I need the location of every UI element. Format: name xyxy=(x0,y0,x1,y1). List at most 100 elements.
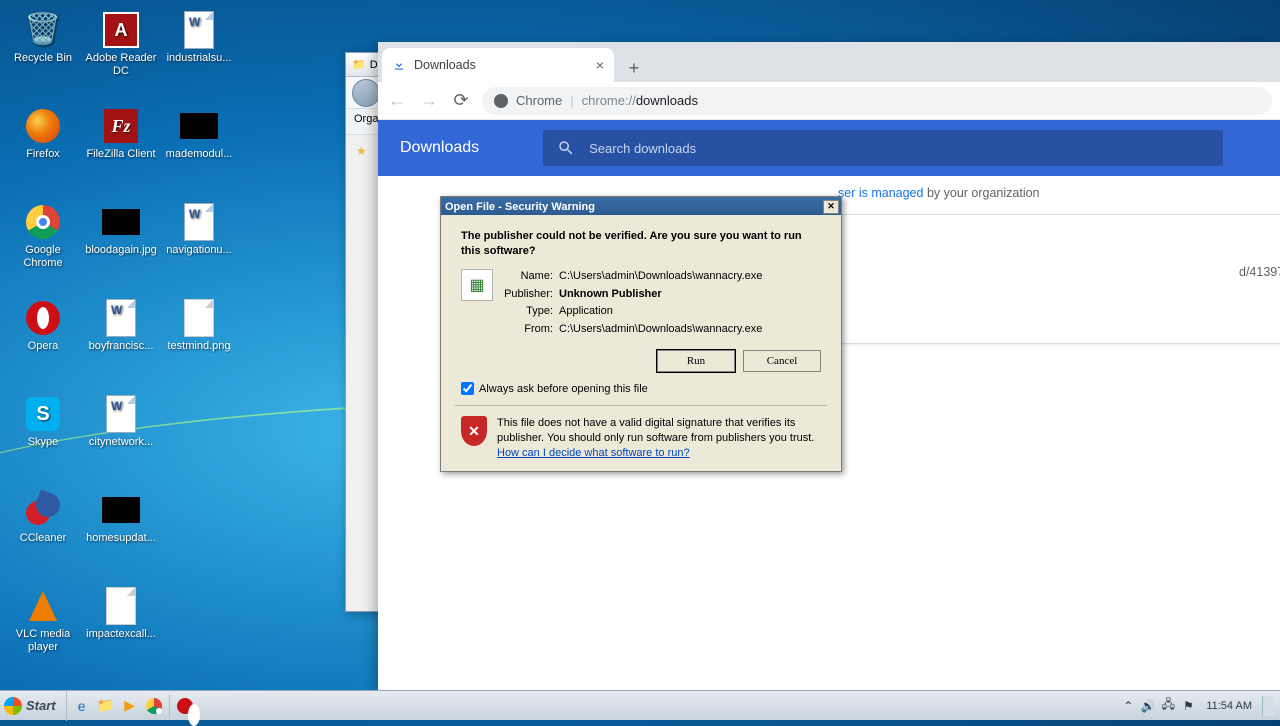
download-icon xyxy=(392,58,406,72)
network-icon[interactable]: 🖧 xyxy=(1160,698,1176,714)
forward-button[interactable]: → xyxy=(418,90,440,112)
desktop-icon-mademodul[interactable]: mademodul... xyxy=(162,102,236,194)
name-value: C:\Users\admin\Downloads\wannacry.exe xyxy=(559,269,821,284)
show-desktop-button[interactable] xyxy=(1262,696,1274,716)
image-icon xyxy=(102,209,140,235)
ccleaner-icon xyxy=(26,493,60,527)
star-icon: ★ xyxy=(356,144,367,158)
organize-button[interactable]: Orga xyxy=(354,113,378,125)
dialog-titlebar[interactable]: Open File - Security Warning ✕ xyxy=(441,197,841,215)
desktop-icon-opera[interactable]: Opera xyxy=(6,294,80,386)
ql-media[interactable]: ▶ xyxy=(119,695,141,717)
download-url-fragment: d/41397.exe xyxy=(1239,265,1280,279)
taskbar: Start e 📁 ▶ ⌃ 🔊 🖧 ⚑ 11:54 AM xyxy=(0,690,1280,720)
always-ask-checkbox[interactable] xyxy=(461,382,474,395)
image-icon xyxy=(102,497,140,523)
opera-icon xyxy=(177,698,193,714)
ie-icon: e xyxy=(78,698,86,714)
name-label: Name: xyxy=(503,269,559,284)
from-label: From: xyxy=(503,322,559,337)
application-icon: ▦ xyxy=(461,269,493,301)
desktop-icon-homesupdat[interactable]: homesupdat... xyxy=(84,486,158,578)
managed-link[interactable]: ser is managed xyxy=(838,186,923,200)
omnibox-app-label: Chrome xyxy=(516,93,562,108)
desktop: 🗑️Recycle Bin Firefox Google Chrome Oper… xyxy=(0,0,340,690)
site-info-icon[interactable] xyxy=(494,94,508,108)
flag-icon[interactable]: ⚑ xyxy=(1180,698,1196,714)
adobe-icon: A xyxy=(103,12,139,48)
volume-icon[interactable]: 🔊 xyxy=(1140,698,1156,714)
word-doc-icon xyxy=(184,203,214,241)
downloads-title: Downloads xyxy=(400,139,479,157)
type-label: Type: xyxy=(503,304,559,319)
chrome-toolbar: ← → ⟳ Chrome | chrome://downloads xyxy=(378,82,1280,120)
start-label: Start xyxy=(26,698,56,713)
ql-explorer[interactable]: 📁 xyxy=(95,695,117,717)
system-tray: ⌃ 🔊 🖧 ⚑ 11:54 AM xyxy=(1114,696,1280,716)
always-ask-label[interactable]: Always ask before opening this file xyxy=(479,383,648,395)
cancel-button[interactable]: Cancel xyxy=(743,350,821,372)
warning-help-link[interactable]: How can I decide what software to run? xyxy=(497,447,690,459)
windows-logo-icon xyxy=(4,697,22,715)
ql-ie[interactable]: e xyxy=(71,695,93,717)
desktop-icon-industrialsu[interactable]: industrialsu... xyxy=(162,6,236,98)
explorer-title: D xyxy=(370,59,378,71)
desktop-icon-vlc[interactable]: VLC media player xyxy=(6,582,80,674)
dialog-close-button[interactable]: ✕ xyxy=(823,200,839,214)
shield-icon: ✕ xyxy=(461,416,487,446)
omnibox[interactable]: Chrome | chrome://downloads xyxy=(482,87,1272,115)
desktop-icon-recycle-bin[interactable]: 🗑️Recycle Bin xyxy=(6,6,80,98)
desktop-icon-filezilla[interactable]: FzFileZilla Client xyxy=(84,102,158,194)
search-downloads-input[interactable] xyxy=(589,141,1209,156)
recycle-bin-icon: 🗑️ xyxy=(24,13,61,48)
back-button[interactable]: ← xyxy=(386,90,408,112)
desktop-icon-ccleaner[interactable]: CCleaner xyxy=(6,486,80,578)
tray-expand-icon[interactable]: ⌃ xyxy=(1120,698,1136,714)
quick-launch: e 📁 ▶ xyxy=(67,695,170,717)
desktop-icon-navigationu[interactable]: navigationu... xyxy=(162,198,236,290)
publisher-value: Unknown Publisher xyxy=(559,287,821,302)
chrome-tab-downloads[interactable]: Downloads × xyxy=(382,48,614,82)
desktop-icon-google-chrome[interactable]: Google Chrome xyxy=(6,198,80,290)
folder-icon: 📁 xyxy=(352,58,366,71)
taskbar-clock[interactable]: 11:54 AM xyxy=(1200,700,1258,712)
publisher-label: Publisher: xyxy=(503,287,559,302)
desktop-icon-firefox[interactable]: Firefox xyxy=(6,102,80,194)
desktop-icon-impactexcall[interactable]: impactexcall... xyxy=(84,582,158,674)
tab-close-button[interactable]: × xyxy=(596,57,604,73)
dialog-title: Open File - Security Warning xyxy=(445,201,595,213)
downloads-search[interactable] xyxy=(543,130,1223,166)
word-doc-icon xyxy=(106,299,136,337)
firefox-icon xyxy=(26,109,60,143)
omnibox-scheme: chrome:// xyxy=(582,93,636,108)
desktop-icon-boyfrancisc[interactable]: boyfrancisc... xyxy=(84,294,158,386)
taskbar-opera[interactable] xyxy=(174,695,196,717)
dialog-question: The publisher could not be verified. Are… xyxy=(461,229,821,259)
chrome-icon xyxy=(146,698,162,714)
folder-icon: 📁 xyxy=(97,697,114,714)
opera-icon xyxy=(26,301,60,335)
download-card[interactable]: d/41397.exe × xyxy=(838,214,1280,344)
reload-button[interactable]: ⟳ xyxy=(450,90,472,112)
ql-chrome[interactable] xyxy=(143,695,165,717)
filezilla-icon: Fz xyxy=(104,109,138,143)
word-doc-icon xyxy=(184,11,214,49)
image-icon xyxy=(180,113,218,139)
chrome-icon xyxy=(26,205,60,239)
desktop-icon-bloodagain[interactable]: bloodagain.jpg xyxy=(84,198,158,290)
search-icon xyxy=(557,139,575,157)
managed-banner: ser is managed by your organization xyxy=(838,176,1040,200)
downloads-header: Downloads xyxy=(378,120,1280,176)
run-button[interactable]: Run xyxy=(657,350,735,372)
desktop-icon-testmind[interactable]: testmind.png xyxy=(162,294,236,386)
file-icon xyxy=(184,299,214,337)
start-button[interactable]: Start xyxy=(0,691,67,721)
desktop-icon-citynetwork[interactable]: citynetwork... xyxy=(84,390,158,482)
desktop-icon-skype[interactable]: SSkype xyxy=(6,390,80,482)
new-tab-button[interactable]: + xyxy=(620,54,648,82)
desktop-icon-adobe-reader[interactable]: AAdobe Reader DC xyxy=(84,6,158,98)
vlc-icon xyxy=(29,591,57,621)
explorer-back-button[interactable] xyxy=(352,79,380,107)
file-icon xyxy=(106,587,136,625)
word-doc-icon xyxy=(106,395,136,433)
